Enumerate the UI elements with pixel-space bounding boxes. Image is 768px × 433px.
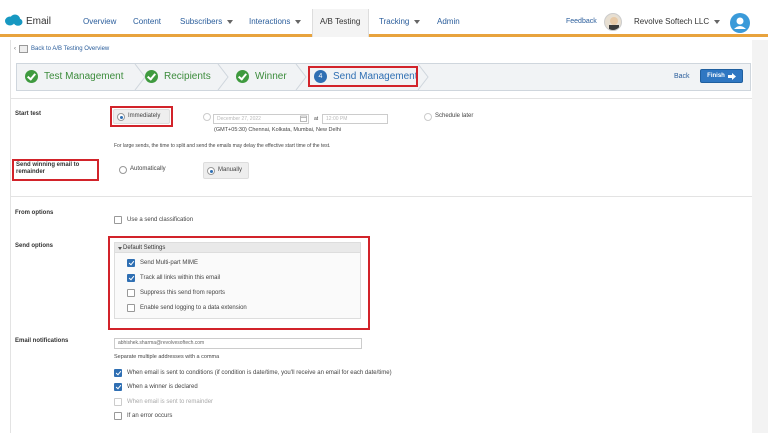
notify-remainder-checkbox <box>114 398 122 406</box>
back-button[interactable]: Back <box>674 73 690 80</box>
notify-error-checkbox[interactable] <box>114 412 122 420</box>
timezone-text: (GMT+05:30) Chennai, Kolkata, Mumbai, Ne… <box>214 127 342 133</box>
start-test-note: For large sends, the time to split and s… <box>114 143 331 149</box>
account-switcher[interactable]: Revolve Softech LLC <box>634 17 721 26</box>
salesforce-cloud-logo <box>5 14 23 26</box>
grid-icon <box>19 45 28 53</box>
notify-remainder-label: When email is sent to remainder <box>127 399 214 405</box>
step-label: Recipients <box>164 71 211 82</box>
nav-subscribers[interactable]: Subscribers <box>180 17 234 26</box>
track-links-label: Track all links within this email <box>140 275 221 281</box>
step-label: Test Management <box>44 71 124 82</box>
check-circle-icon <box>145 70 158 83</box>
send-options-label: Send options <box>15 243 53 249</box>
send-logging-label: Enable send logging to a data extension <box>140 305 247 311</box>
nav-overview[interactable]: Overview <box>83 17 116 26</box>
chevron-down-icon <box>714 19 721 24</box>
nav-subscribers-label: Subscribers <box>180 17 223 26</box>
manually-label: Manually <box>218 167 243 173</box>
send-classification-checkbox[interactable] <box>114 216 122 224</box>
notify-winner-label: When a winner is declared <box>127 384 198 390</box>
divider <box>10 98 752 99</box>
step-label: Winner <box>255 71 287 82</box>
time-value: 12:00 PM <box>326 116 348 122</box>
avatar-icon <box>609 17 619 30</box>
arrow-right-icon <box>727 72 736 80</box>
account-avatar[interactable] <box>604 13 622 31</box>
user-profile-icon[interactable] <box>730 13 750 33</box>
check-circle-icon <box>236 70 249 83</box>
immediately-radio[interactable] <box>117 113 125 121</box>
right-gutter <box>752 40 768 433</box>
nav-content[interactable]: Content <box>133 17 161 26</box>
chevron-separator-icon <box>217 64 229 90</box>
scheduled-date-radio[interactable] <box>203 113 211 121</box>
notification-email-value: abhishek.sharma@revolvesoftech.com <box>118 340 205 346</box>
highlight-box <box>308 66 418 87</box>
finish-button[interactable]: Finish <box>700 69 743 83</box>
start-test-label: Start test <box>15 111 42 117</box>
top-navigation-bar: Email Overview Content Subscribers Inter… <box>0 0 768 37</box>
date-value: December 27, 2022 <box>217 116 261 122</box>
at-label: at <box>314 116 319 122</box>
feedback-link[interactable]: Feedback <box>566 18 597 25</box>
nav-tracking[interactable]: Tracking <box>379 17 421 26</box>
email-notifications-label: Email notifications <box>15 338 69 344</box>
notify-conditions-checkbox[interactable] <box>114 369 122 377</box>
back-arrow-icon: ‹ <box>14 46 16 52</box>
nav-admin[interactable]: Admin <box>437 17 460 26</box>
automatically-radio[interactable] <box>119 166 127 174</box>
immediately-label: Immediately <box>128 113 161 119</box>
date-input[interactable]: December 27, 2022 <box>213 114 309 124</box>
chevron-separator-icon <box>417 64 429 90</box>
nav-ab-testing[interactable]: A/B Testing <box>320 17 360 26</box>
app-title[interactable]: Email <box>26 16 51 27</box>
divider <box>10 196 752 197</box>
check-circle-icon <box>25 70 38 83</box>
back-to-overview-link[interactable]: ‹ Back to A/B Testing Overview <box>14 45 109 53</box>
notify-error-label: If an error occurs <box>127 413 173 419</box>
person-icon <box>734 17 746 29</box>
step-recipients[interactable]: Recipients <box>145 70 211 83</box>
chevron-down-icon <box>227 19 234 24</box>
default-settings-header[interactable]: Default Settings <box>115 243 360 253</box>
step-winner[interactable]: Winner <box>236 70 287 83</box>
nav-tracking-label: Tracking <box>379 17 410 26</box>
schedule-later-radio[interactable] <box>424 113 432 121</box>
multipart-mime-checkbox[interactable] <box>127 259 135 267</box>
chevron-separator-icon <box>295 64 307 90</box>
chevron-down-icon <box>414 19 421 24</box>
send-winning-label: Send winning email to remainder <box>16 162 80 175</box>
calendar-icon[interactable] <box>300 115 307 122</box>
send-logging-checkbox[interactable] <box>127 304 135 312</box>
default-settings-title: Default Settings <box>123 245 166 251</box>
automatically-label: Automatically <box>130 166 166 172</box>
send-classification-label: Use a send classification <box>127 217 194 223</box>
account-name: Revolve Softech LLC <box>634 17 710 26</box>
email-helper-text: Separate multiple addresses with a comma <box>114 354 220 360</box>
notify-winner-checkbox[interactable] <box>114 383 122 391</box>
suppress-reports-checkbox[interactable] <box>127 289 135 297</box>
nav-interactions-label: Interactions <box>249 17 291 26</box>
chevron-down-icon <box>295 19 302 24</box>
notification-email-input[interactable]: abhishek.sharma@revolvesoftech.com <box>114 338 362 349</box>
notify-conditions-label: When email is sent to conditions (if con… <box>127 370 392 376</box>
manually-radio[interactable] <box>207 167 215 175</box>
multipart-mime-label: Send Multi-part MIME <box>140 260 199 266</box>
schedule-later-label: Schedule later <box>435 113 474 119</box>
finish-label: Finish <box>707 73 725 79</box>
track-links-checkbox[interactable] <box>127 274 135 282</box>
suppress-reports-label: Suppress this send from reports <box>140 290 226 296</box>
time-input[interactable]: 12:00 PM <box>322 114 388 124</box>
step-test-management[interactable]: Test Management <box>25 70 124 83</box>
nav-interactions[interactable]: Interactions <box>249 17 302 26</box>
back-link-label: Back to A/B Testing Overview <box>31 46 110 52</box>
from-options-label: From options <box>15 210 54 216</box>
